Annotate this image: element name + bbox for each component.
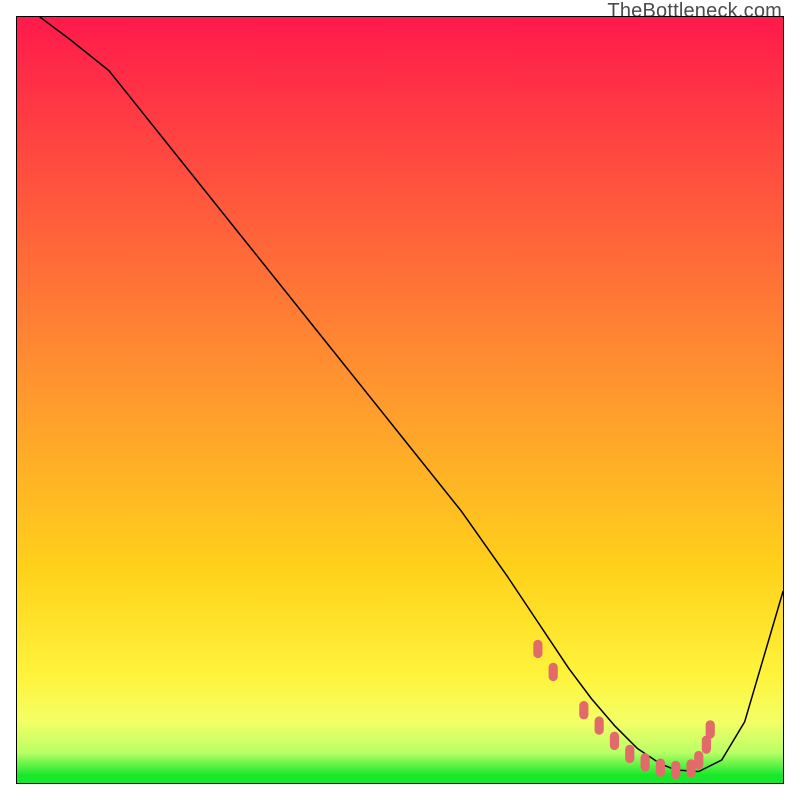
trough-dot bbox=[656, 758, 665, 776]
trough-dot bbox=[549, 663, 558, 681]
chart-frame: TheBottleneck.com bbox=[0, 0, 800, 800]
trough-dot bbox=[625, 745, 634, 763]
trough-dots bbox=[533, 640, 715, 779]
trough-dot bbox=[694, 751, 703, 769]
trough-dot bbox=[671, 761, 680, 779]
curve-layer bbox=[17, 17, 783, 783]
trough-dot bbox=[610, 732, 619, 750]
trough-dot bbox=[579, 701, 588, 719]
trough-dot bbox=[706, 720, 715, 738]
plot-area bbox=[16, 16, 784, 784]
trough-dot bbox=[641, 753, 650, 771]
bottleneck-curve bbox=[40, 17, 783, 772]
trough-dot bbox=[595, 716, 604, 734]
trough-dot bbox=[533, 640, 542, 658]
